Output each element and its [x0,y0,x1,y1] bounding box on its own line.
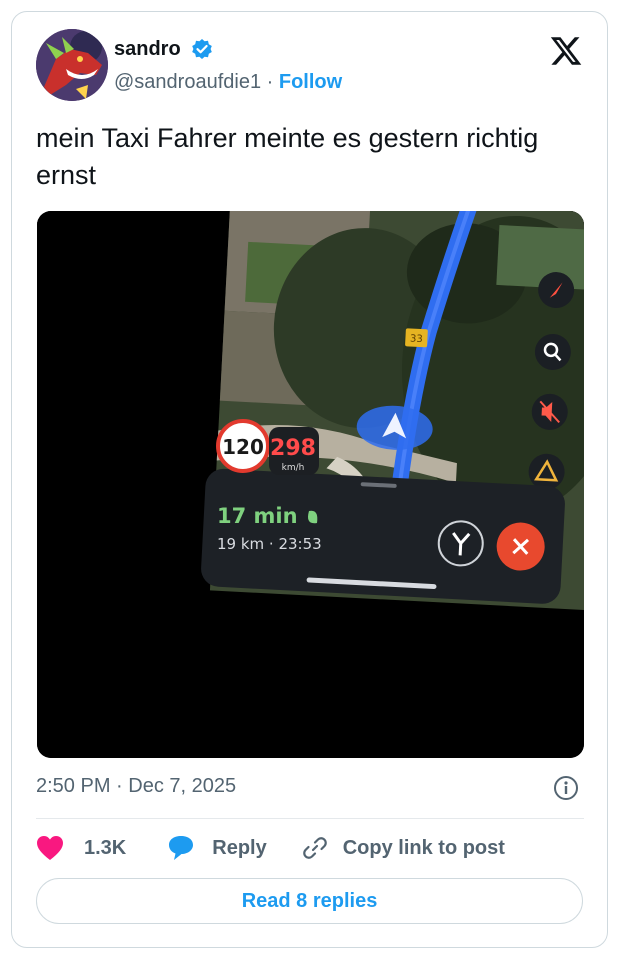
x-logo-icon[interactable] [549,34,583,68]
like-button[interactable]: 1.3K [36,835,126,861]
eta-time: 17 min [217,504,298,528]
route-sign-label: 33 [410,333,423,345]
link-icon [302,837,327,859]
reply-label: Reply [212,836,267,859]
reply-bubble-icon [169,836,194,860]
tweet-text: mein Taxi Fahrer meinte es gestern richt… [36,123,539,190]
author-name[interactable]: sandro [114,38,181,61]
tweet-timestamp[interactable]: 2:50 PM · Dec 7, 2025 [36,775,236,798]
avatar-image [36,29,108,101]
read-replies-button[interactable]: Read 8 replies [36,878,583,924]
follow-button[interactable]: Follow [279,71,342,93]
trip-info: 19 km · 23:53 [217,535,322,553]
tweet-video[interactable]: 33 120 298 km/h 17 min 19 km · 23:53 [37,211,584,758]
author-handle[interactable]: @sandroaufdie1 [114,71,261,93]
verified-badge-icon [192,39,212,59]
info-icon[interactable] [553,775,579,801]
divider [36,818,584,819]
action-bar: 1.3K Reply Copy link to post [36,832,505,864]
navigation-video-frame: 33 120 298 km/h 17 min 19 km · 23:53 [37,211,584,758]
tweet-card: sandro @sandroaufdie1 · Follow mein Taxi… [11,11,608,948]
speed-unit-label: km/h [282,463,305,473]
handle-separator: · [266,71,274,93]
speed-limit-value: 120 [222,435,264,459]
handle-row: @sandroaufdie1 · Follow [114,71,342,94]
copy-link-label: Copy link to post [342,836,505,859]
avatar[interactable] [36,29,108,101]
heart-icon [37,836,63,860]
copy-link-button[interactable]: Copy link to post [301,834,505,862]
reply-button[interactable]: Reply [166,834,267,862]
like-count: 1.3K [84,836,127,859]
current-speed-value: 298 [270,436,316,461]
